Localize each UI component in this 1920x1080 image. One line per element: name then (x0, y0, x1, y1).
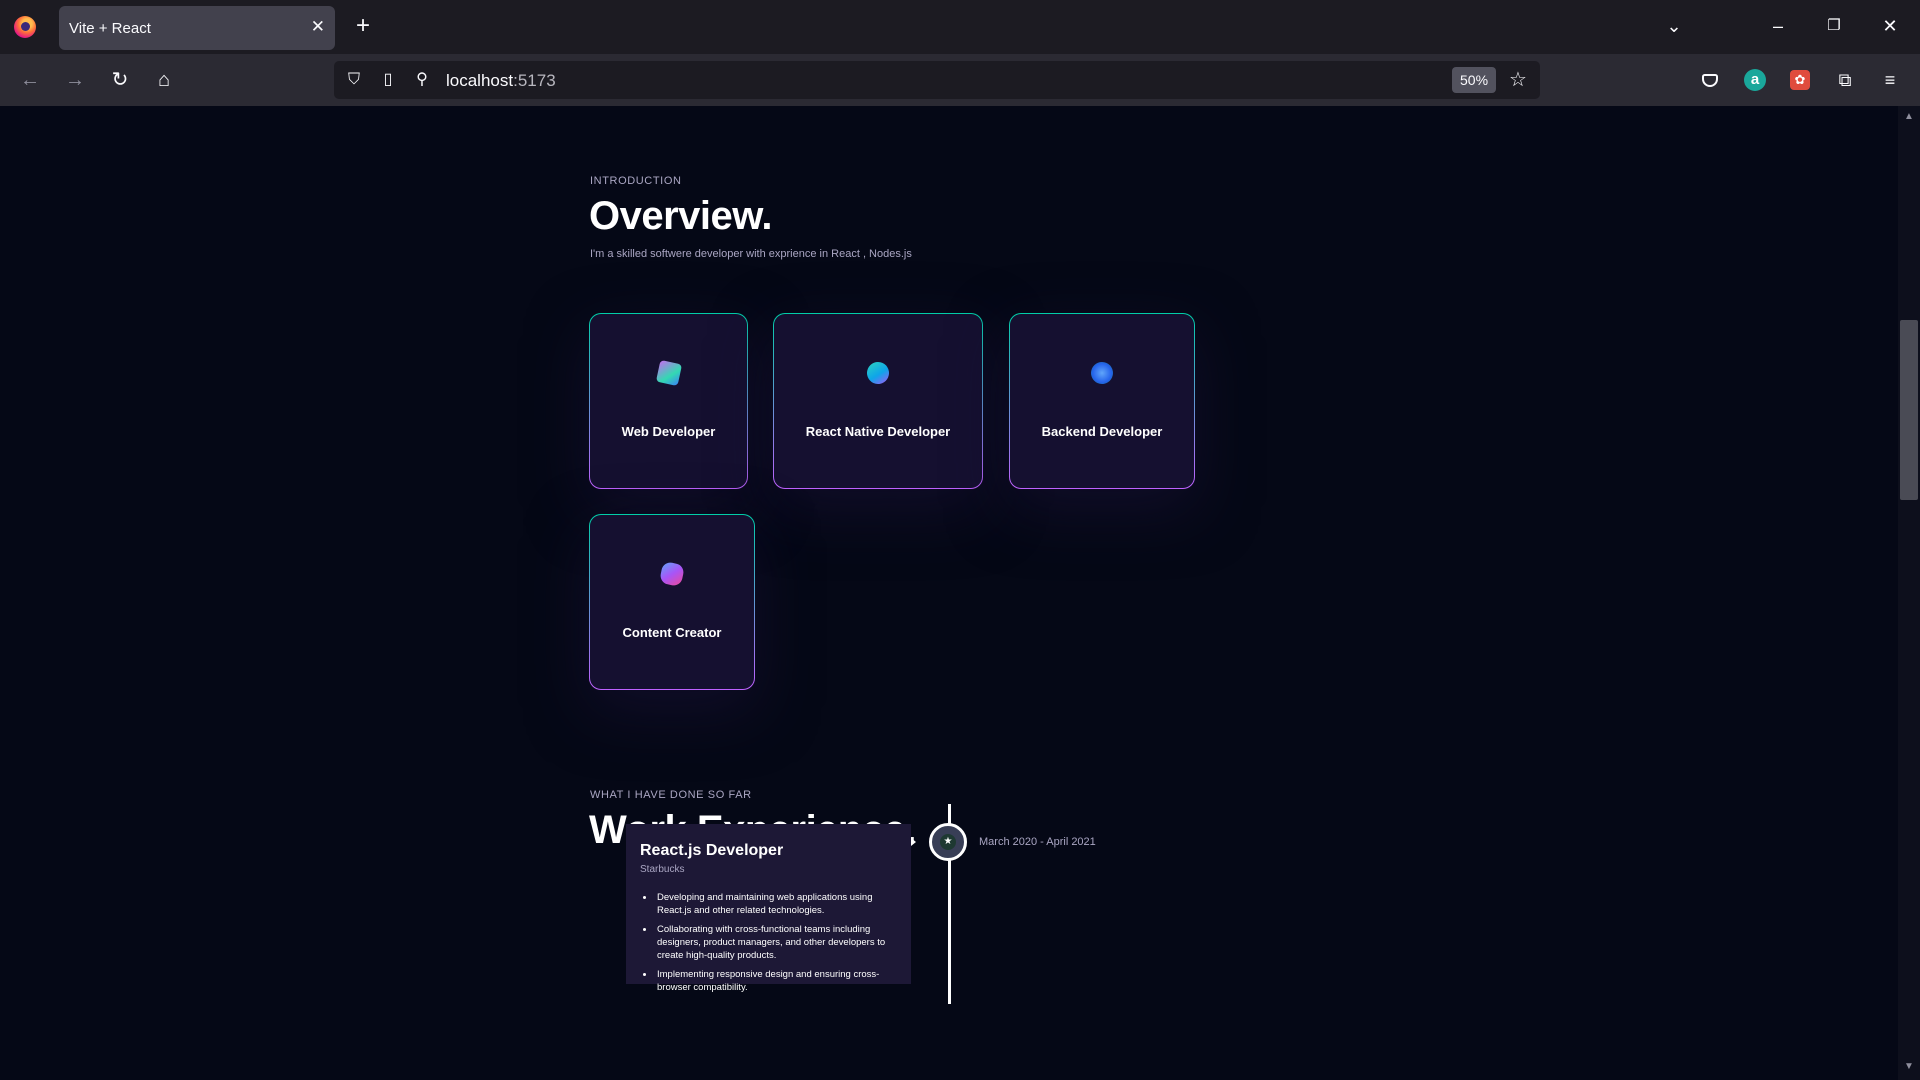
service-card-title: Web Developer (621, 424, 716, 439)
reload-icon[interactable]: ↻ (106, 66, 134, 94)
tab-list-chevron-icon[interactable]: ⌄ (1660, 12, 1688, 40)
experience-point: Developing and maintaining web applicati… (655, 891, 897, 917)
home-icon[interactable]: ⌂ (150, 66, 178, 94)
back-icon[interactable]: ← (16, 66, 44, 94)
web-dev-icon (655, 359, 682, 387)
bookmark-star-icon[interactable]: ☆ (1506, 68, 1530, 92)
experience-card-arrow (911, 838, 916, 846)
service-card-title: Content Creator (622, 625, 722, 640)
menu-hamburger-icon[interactable]: ≡ (1876, 66, 1904, 94)
tab-close-icon[interactable]: ✕ (311, 17, 325, 37)
content-creator-icon (658, 560, 686, 588)
scrollbar-thumb[interactable] (1900, 320, 1918, 500)
pocket-icon[interactable] (1696, 66, 1724, 94)
scroll-down-icon[interactable]: ▼ (1902, 1060, 1916, 1074)
active-tab[interactable]: Vite + React ✕ (59, 6, 335, 50)
service-card-backend-developer: Backend Developer (1009, 313, 1195, 489)
extension-a-icon[interactable]: a (1741, 66, 1769, 94)
tracking-shield-icon[interactable]: ⛉ (344, 70, 364, 90)
experience-point: Collaborating with cross-functional team… (655, 923, 897, 962)
intro-text: I'm a skilled softwere developer with ex… (590, 248, 912, 260)
page-scrollbar[interactable]: ▲ ▼ (1898, 106, 1920, 1080)
address-bar[interactable]: ⛉ ▯ ⚲ localhost:5173 50% ☆ (334, 61, 1540, 99)
experience-points: Developing and maintaining web applicati… (640, 891, 897, 994)
service-card-title: React Native Developer (805, 424, 951, 439)
tab-title: Vite + React (69, 20, 151, 37)
extension-red-icon[interactable]: ✿ (1786, 66, 1814, 94)
zoom-level-badge[interactable]: 50% (1452, 67, 1497, 93)
tab-bar: Vite + React ✕ + ⌄ – ❐ ✕ (0, 0, 1920, 54)
backend-icon (1088, 359, 1116, 387)
minimize-icon[interactable]: – (1764, 12, 1792, 40)
forward-icon[interactable]: → (61, 66, 89, 94)
experience-date: March 2020 - April 2021 (979, 836, 1096, 848)
url-text[interactable]: localhost:5173 (446, 71, 556, 91)
experience-title-text: React.js Developer (640, 842, 784, 859)
experience-point: Implementing responsive design and ensur… (655, 968, 897, 994)
firefox-logo-icon (14, 16, 36, 38)
service-card-content-creator: Content Creator (589, 514, 755, 690)
extensions-puzzle-icon[interactable]: ⧉ (1831, 66, 1859, 94)
close-window-icon[interactable]: ✕ (1876, 12, 1904, 40)
experience-company: Starbucks (640, 864, 685, 875)
service-card-web-developer: Web Developer (589, 313, 748, 489)
react-native-icon (864, 359, 892, 387)
starbucks-logo-icon: ★ (940, 834, 956, 850)
permissions-icon[interactable]: ⚲ (412, 70, 432, 90)
timeline-icon-circle: ★ (929, 823, 967, 861)
overview-title: Overview. (589, 194, 773, 238)
service-card-react-native-developer: React Native Developer (773, 313, 983, 489)
service-card-title: Backend Developer (1041, 424, 1163, 439)
page-info-icon[interactable]: ▯ (378, 70, 398, 90)
experience-subtitle: WHAT I HAVE DONE SO FAR (590, 789, 752, 801)
overview-subtitle: INTRODUCTION (590, 175, 682, 187)
new-tab-button[interactable]: + (349, 12, 377, 40)
navigation-toolbar: ← → ↻ ⌂ ⛉ ▯ ⚲ localhost:5173 50% ☆ a ✿ ⧉… (0, 54, 1920, 106)
restore-icon[interactable]: ❐ (1820, 12, 1848, 40)
experience-card: React.js Developer Starbucks Developing … (626, 824, 911, 993)
scroll-up-icon[interactable]: ▲ (1902, 110, 1916, 124)
